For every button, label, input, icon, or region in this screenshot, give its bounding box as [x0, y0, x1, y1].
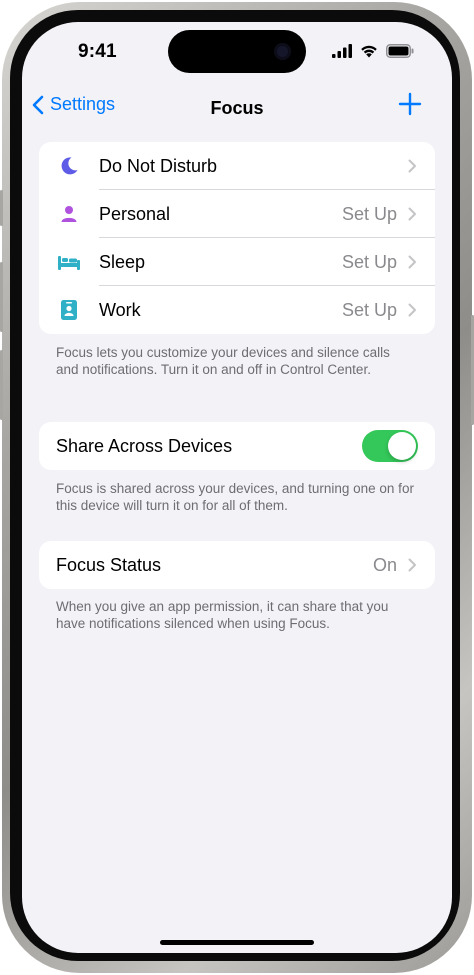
- chevron-right-icon: [408, 558, 416, 572]
- share-across-devices-toggle[interactable]: [362, 430, 418, 462]
- bed-icon: [58, 251, 80, 273]
- add-button[interactable]: [398, 92, 422, 116]
- focus-mode-work[interactable]: Work Set Up: [39, 286, 435, 334]
- person-icon: [58, 203, 80, 225]
- focus-modes-list: Do Not Disturb Personal Set Up Sleep Set…: [39, 142, 435, 334]
- status-time: 9:41: [78, 41, 117, 62]
- screen: 9:41 Settings Focus Do Not Disturb Perso…: [22, 22, 452, 953]
- moon-icon: [58, 155, 80, 177]
- chevron-right-icon: [408, 207, 416, 221]
- status-footnote: When you give an app permission, it can …: [56, 599, 389, 631]
- chevron-right-icon: [408, 255, 416, 269]
- focus-mode-label: Work: [99, 299, 141, 320]
- chevron-right-icon: [408, 159, 416, 173]
- focus-mode-personal[interactable]: Personal Set Up: [39, 190, 435, 238]
- battery-icon: [386, 44, 414, 58]
- status-bar: 9:41: [22, 22, 452, 82]
- focus-footnote: Focus lets you customize your devices an…: [56, 345, 390, 377]
- focus-mode-value: Set Up: [341, 203, 397, 224]
- wifi-icon: [361, 45, 377, 58]
- focus-status-group: Focus Status On: [39, 541, 435, 589]
- focus-status-label: Focus Status: [56, 554, 162, 575]
- plus-icon: [398, 92, 422, 116]
- action-button: [0, 190, 3, 226]
- dynamic-island: [168, 30, 306, 73]
- focus-mode-value: Set Up: [341, 299, 397, 320]
- share-label: Share Across Devices: [56, 435, 233, 456]
- volume-down-button: [0, 350, 3, 420]
- focus-mode-label: Sleep: [99, 251, 146, 272]
- share-across-devices-group: Share Across Devices: [39, 422, 435, 470]
- id-badge-icon: [58, 299, 80, 321]
- navigation-bar: Settings Focus: [22, 86, 452, 130]
- focus-mode-label: Do Not Disturb: [99, 155, 218, 176]
- home-indicator[interactable]: [160, 940, 314, 945]
- share-across-devices-row: Share Across Devices: [39, 422, 435, 470]
- status-icons: [332, 42, 414, 60]
- volume-up-button: [0, 262, 3, 332]
- focus-status-value: On: [372, 554, 397, 575]
- cellular-signal-icon: [332, 44, 352, 58]
- share-footnote: Focus is shared across your devices, and…: [56, 481, 414, 513]
- focus-mode-sleep[interactable]: Sleep Set Up: [39, 238, 435, 286]
- camera-icon: [274, 43, 291, 60]
- page-title: Focus: [210, 98, 264, 118]
- toggle-knob: [388, 432, 416, 460]
- focus-status-row[interactable]: Focus Status On: [39, 541, 435, 589]
- focus-mode-value: Set Up: [341, 251, 397, 272]
- focus-mode-do-not-disturb[interactable]: Do Not Disturb: [39, 142, 435, 190]
- chevron-right-icon: [408, 303, 416, 317]
- focus-mode-label: Personal: [99, 203, 171, 224]
